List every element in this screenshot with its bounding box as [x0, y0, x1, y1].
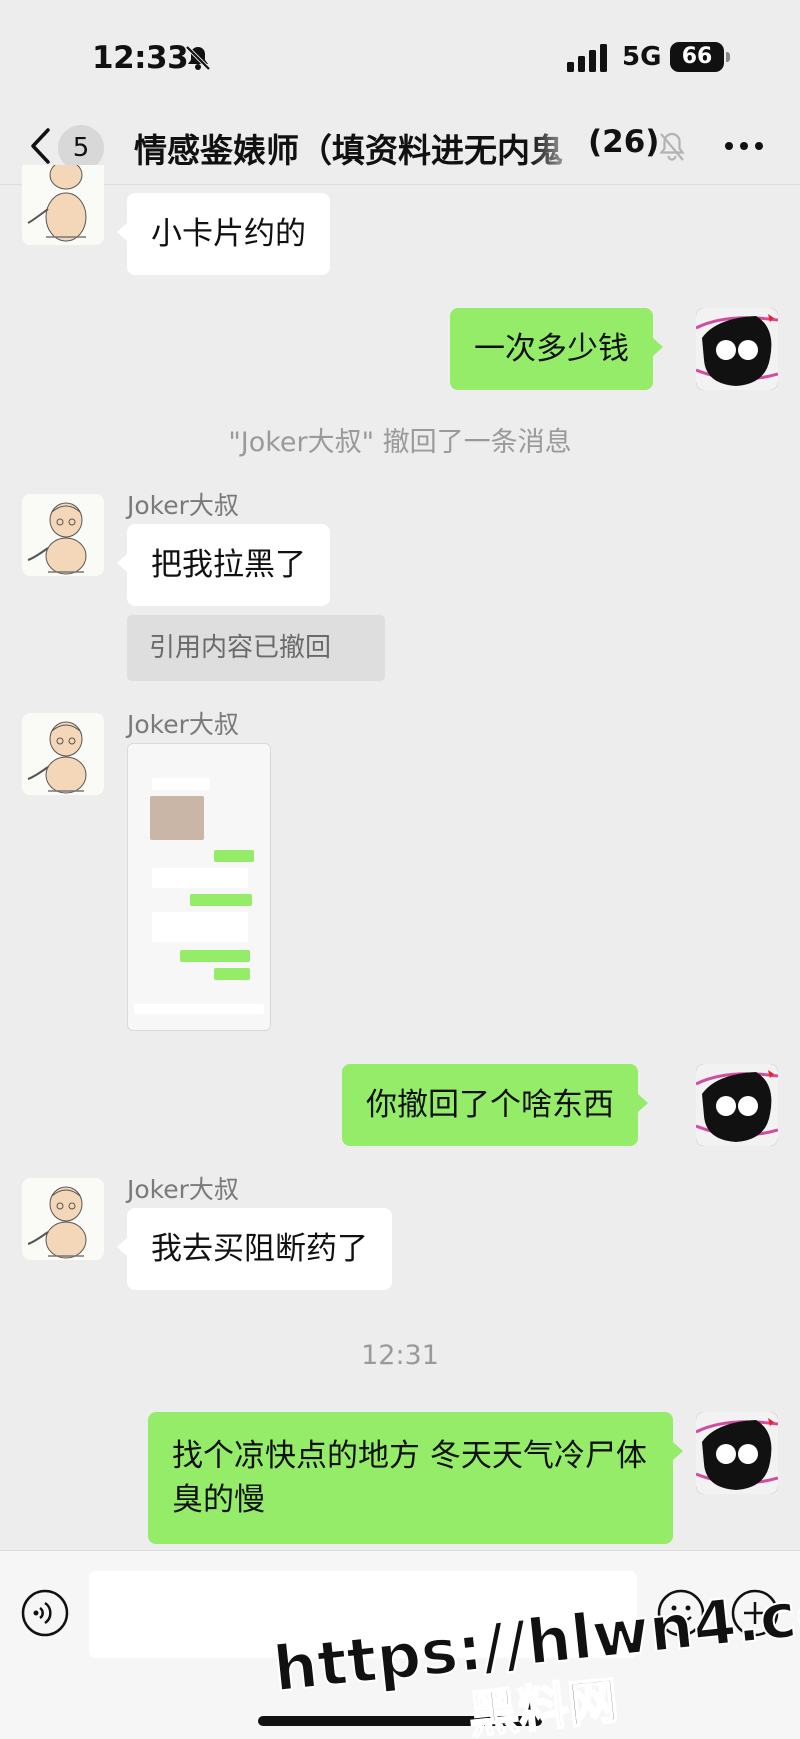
sender-avatar[interactable] — [22, 165, 104, 245]
bald-man-avatar-icon — [27, 502, 87, 575]
recall-notice: "Joker大叔" 撤回了一条消息 — [228, 427, 572, 458]
sender-name: Joker大叔 — [127, 710, 239, 739]
chat-timestamp: 12:31 — [361, 1340, 439, 1371]
bald-man-avatar-icon — [27, 1186, 87, 1259]
message-bubble-outgoing[interactable]: 一次多少钱 — [450, 308, 663, 390]
thumb-bubble — [152, 868, 248, 888]
battery-icon: 66 — [670, 42, 724, 72]
signal-icon — [567, 44, 607, 72]
thumb-bubble — [214, 850, 254, 862]
chat-title: 情感鉴婊师（填资料进无内鬼 — [134, 131, 563, 170]
sender-name: Joker大叔 — [127, 491, 239, 520]
thumb-bubble — [190, 894, 252, 906]
shadow-figure-avatar-icon — [696, 308, 778, 390]
thumb-photo — [150, 796, 204, 840]
back-chevron-icon[interactable] — [28, 126, 52, 166]
thumb-input — [134, 1004, 264, 1014]
more-options-icon[interactable] — [724, 140, 764, 152]
muted-bell-icon — [659, 132, 685, 161]
status-bar: 12:33 5G 66 — [0, 0, 800, 110]
my-avatar[interactable] — [696, 1412, 778, 1494]
message-bubble[interactable]: 把我拉黑了 — [117, 524, 330, 606]
shadow-figure-avatar-icon — [696, 1412, 778, 1494]
message-bubble[interactable]: 我去买阻断药了 — [117, 1208, 392, 1290]
battery-tip — [726, 52, 730, 62]
thumb-bubble — [214, 968, 250, 980]
mute-bell-icon — [185, 45, 211, 71]
sender-avatar[interactable] — [22, 1178, 104, 1260]
thumb-bubble — [152, 912, 248, 942]
status-time: 12:33 — [92, 40, 189, 76]
thumb-bubble — [180, 950, 250, 962]
shadow-figure-avatar-icon — [696, 1064, 778, 1146]
image-message[interactable] — [127, 743, 271, 1031]
battery-level: 66 — [681, 44, 713, 69]
bald-man-avatar-icon — [27, 721, 87, 794]
sender-avatar[interactable] — [22, 713, 104, 795]
my-avatar[interactable] — [696, 1064, 778, 1146]
message-bubble[interactable]: 小卡片约的 — [117, 193, 330, 275]
network-type: 5G — [622, 42, 662, 72]
title-fade — [530, 124, 585, 170]
quoted-message[interactable]: 引用内容已撤回 — [127, 615, 385, 681]
sender-avatar[interactable] — [22, 494, 104, 576]
thumb-bubble — [152, 778, 210, 790]
chat-header: 5 情感鉴婊师（填资料进无内鬼 (26) — [0, 110, 800, 185]
sender-name: Joker大叔 — [127, 1175, 239, 1204]
message-bubble-outgoing[interactable]: 你撤回了个啥东西 — [342, 1064, 648, 1146]
my-avatar[interactable] — [696, 308, 778, 390]
member-count: (26) — [588, 124, 660, 160]
message-bubble-outgoing[interactable]: 找个凉快点的地方 冬天天气冷尸体臭的慢 — [148, 1412, 683, 1544]
bald-man-avatar-icon — [27, 165, 87, 242]
voice-input-icon[interactable] — [20, 1588, 70, 1638]
